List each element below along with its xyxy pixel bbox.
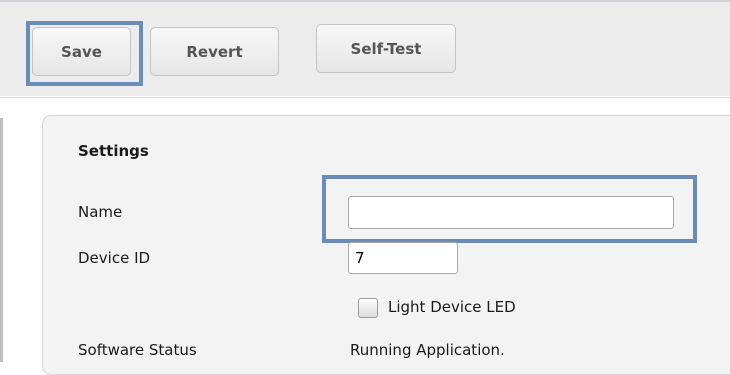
software-status-label: Software Status [78,341,197,359]
software-status-value: Running Application. [350,341,505,359]
light-device-led-label[interactable]: Light Device LED [388,298,516,316]
settings-title: Settings [78,142,149,160]
light-device-led-checkbox[interactable] [358,298,378,318]
toolbar: Save Revert Self-Test [0,0,730,98]
save-button[interactable]: Save [32,27,131,76]
device-id-input[interactable] [348,242,458,274]
left-edge-border [0,118,3,362]
toolbar-divider [0,97,730,98]
device-id-label: Device ID [78,249,151,267]
self-test-button[interactable]: Self-Test [316,24,456,73]
revert-button[interactable]: Revert [150,27,279,76]
name-input[interactable] [348,196,674,229]
name-label: Name [78,203,123,221]
